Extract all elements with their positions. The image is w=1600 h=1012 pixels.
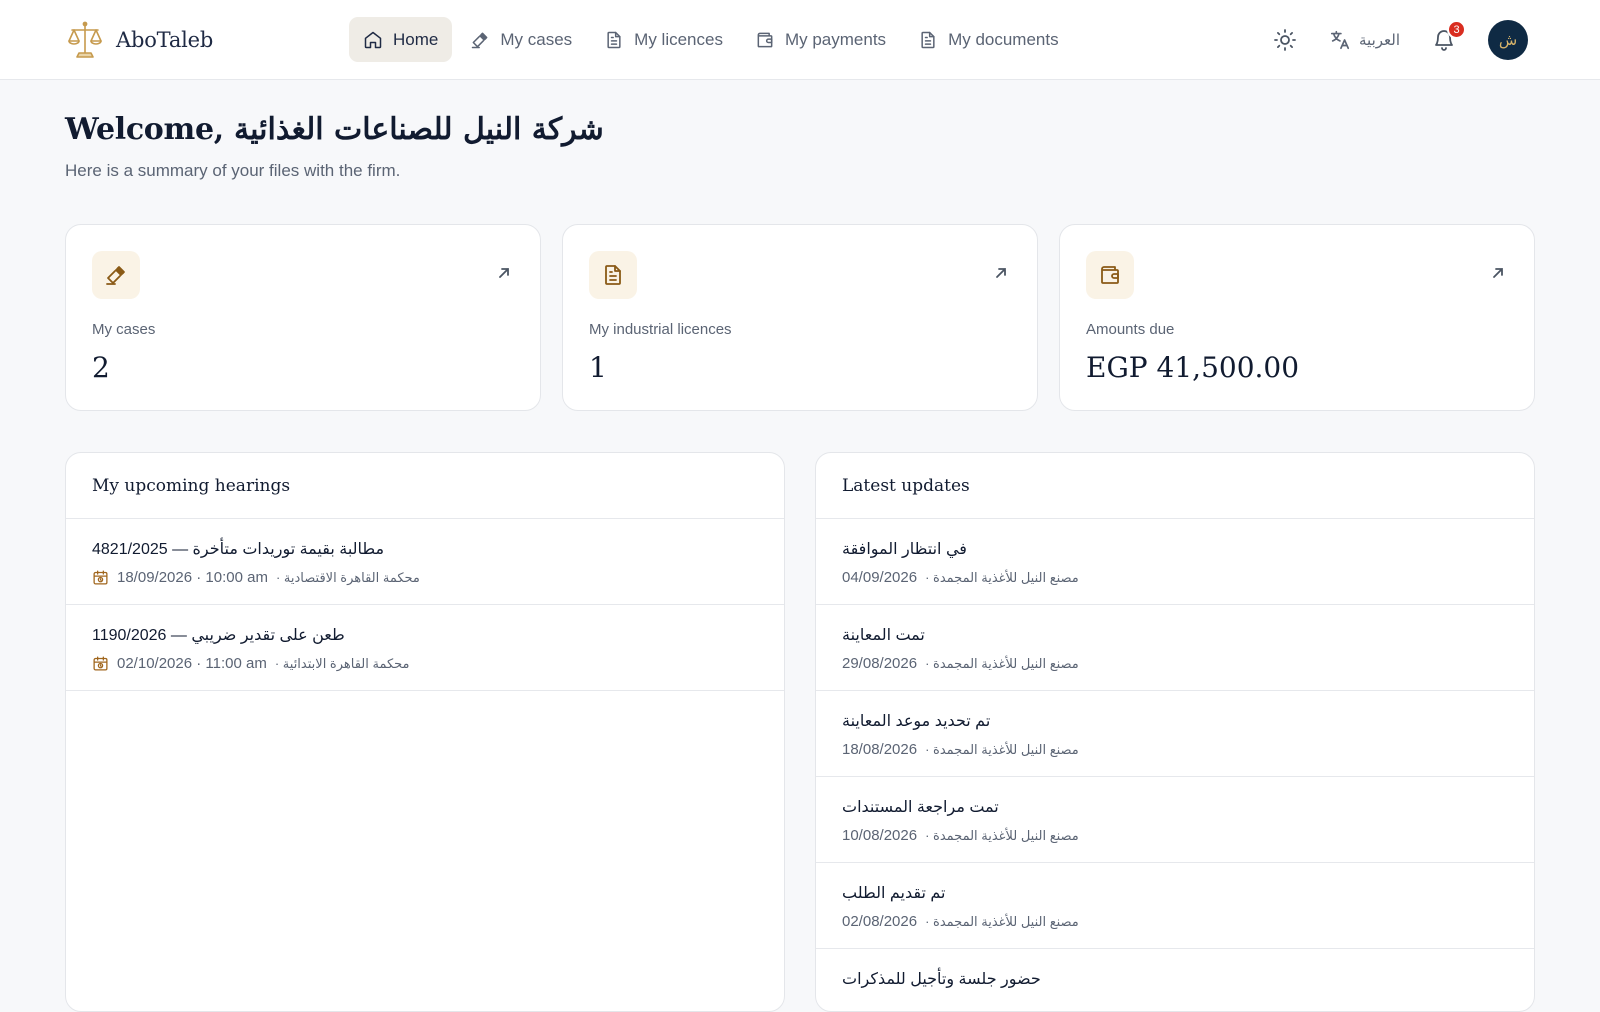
update-title: تمت المعاينة xyxy=(842,627,925,644)
sun-icon xyxy=(1274,29,1296,51)
nav-item-my-licences[interactable]: My licences xyxy=(590,17,737,62)
stat-value: EGP 41,500.00 xyxy=(1086,351,1300,384)
calendar-clock-icon xyxy=(93,656,108,671)
hearing-court: · محكمة القاهرة الابتدائية xyxy=(274,655,410,671)
hearing-datetime: 18/09/2026 · 10:00 am xyxy=(117,569,268,586)
stat-card-my-cases[interactable]: My cases 2 xyxy=(65,224,541,411)
stat-label: My industrial licences xyxy=(589,321,732,338)
stat-icon-box xyxy=(1086,251,1134,299)
update-meta: 29/08/2026 · مصنع النيل للأغذية المجمدة xyxy=(842,655,1508,672)
document-icon xyxy=(921,31,935,48)
top-navigation-bar: AboTaleb Home My cases My licences My pa… xyxy=(0,0,1600,80)
brand-name: AboTaleb xyxy=(116,28,214,52)
header-actions: العربية 3 ش xyxy=(1267,20,1528,60)
update-title: تم تقديم الطلب xyxy=(842,885,946,902)
hearing-meta: 02/10/2026 · 11:00 am · محكمة القاهرة ال… xyxy=(92,655,758,672)
hearing-court: · محكمة القاهرة الاقتصادية xyxy=(275,569,420,585)
stat-icon-box xyxy=(92,251,140,299)
update-meta: 10/08/2026 · مصنع النيل للأغذية المجمدة xyxy=(842,827,1508,844)
update-row[interactable]: في انتظار الموافقة 04/09/2026 · مصنع الن… xyxy=(816,519,1534,605)
update-row[interactable]: تم تحديد موعد المعاينة 18/08/2026 · مصنع… xyxy=(816,691,1534,777)
stat-icon-box xyxy=(589,251,637,299)
hearing-title: 4821/2025 — مطالبة بقيمة توريدات متأخرة xyxy=(92,541,385,558)
update-source: · مصنع النيل للأغذية المجمدة xyxy=(925,913,1079,929)
hearing-datetime: 02/10/2026 · 11:00 am xyxy=(117,655,267,672)
gavel-icon xyxy=(106,266,125,285)
nav-item-home[interactable]: Home xyxy=(349,17,453,62)
update-source: · مصنع النيل للأغذية المجمدة xyxy=(925,569,1079,585)
update-source: · مصنع النيل للأغذية المجمدة xyxy=(925,741,1079,757)
nav-item-my-cases[interactable]: My cases xyxy=(456,17,586,62)
gavel-icon xyxy=(472,32,488,48)
update-date: 04/09/2026 xyxy=(842,569,918,586)
nav-item-my-payments[interactable]: My payments xyxy=(741,17,900,62)
home-icon xyxy=(364,31,382,48)
update-row[interactable]: تمت مراجعة المستندات 10/08/2026 · مصنع ا… xyxy=(816,777,1534,863)
update-date: 29/08/2026 xyxy=(842,655,918,672)
latest-updates-panel: Latest updates في انتظار الموافقة 04/09/… xyxy=(815,452,1535,1012)
nav-item-my-documents[interactable]: My documents xyxy=(904,17,1073,62)
stat-card-amounts-due[interactable]: Amounts due EGP 41,500.00 xyxy=(1059,224,1535,411)
translate-icon xyxy=(1330,30,1350,50)
main-nav: Home My cases My licences My payments My… xyxy=(349,17,1073,62)
arrow-up-right-icon xyxy=(1493,268,1503,278)
nav-item-label: My documents xyxy=(948,29,1059,49)
update-meta: 18/08/2026 · مصنع النيل للأغذية المجمدة xyxy=(842,741,1508,758)
wallet-icon xyxy=(757,32,773,47)
update-date: 10/08/2026 xyxy=(842,827,918,844)
user-avatar[interactable]: ش xyxy=(1488,20,1528,60)
update-row[interactable]: تمت المعاينة 29/08/2026 · مصنع النيل للأ… xyxy=(816,605,1534,691)
stat-card-industrial-licences[interactable]: My industrial licences 1 xyxy=(562,224,1038,411)
upcoming-hearings-panel: My upcoming hearings 4821/2025 — مطالبة … xyxy=(65,452,785,1012)
arrow-up-right-icon xyxy=(996,268,1006,278)
update-date: 02/08/2026 xyxy=(842,913,918,930)
notification-count-badge: 3 xyxy=(1447,20,1466,39)
nav-item-label: My licences xyxy=(634,29,723,49)
calendar-clock-icon xyxy=(93,570,108,585)
wallet-icon xyxy=(1101,266,1119,284)
stat-value: 2 xyxy=(92,351,110,384)
update-meta: 04/09/2026 · مصنع النيل للأغذية المجمدة xyxy=(842,569,1508,586)
document-icon xyxy=(605,265,621,285)
panel-title: Latest updates xyxy=(816,453,1534,519)
welcome-section: Welcome, شركة النيل للصناعات الغذائية He… xyxy=(65,112,604,181)
update-meta: 02/08/2026 · مصنع النيل للأغذية المجمدة xyxy=(842,913,1508,930)
update-title: تمت مراجعة المستندات xyxy=(842,799,999,816)
document-icon xyxy=(607,31,621,48)
stat-label: My cases xyxy=(92,321,156,338)
update-title: في انتظار الموافقة xyxy=(842,541,967,558)
hearing-meta: 18/09/2026 · 10:00 am · محكمة القاهرة ال… xyxy=(92,569,758,586)
nav-item-label: My cases xyxy=(500,29,573,49)
update-row[interactable]: حضور جلسة وتأجيل للمذكرات xyxy=(816,949,1534,1011)
page-subtitle: Here is a summary of your files with the… xyxy=(65,161,401,180)
language-switch-button[interactable]: العربية xyxy=(1329,29,1400,51)
update-title: حضور جلسة وتأجيل للمذكرات xyxy=(842,971,1041,988)
update-source: · مصنع النيل للأغذية المجمدة xyxy=(925,827,1079,843)
nav-item-label: Home xyxy=(393,29,439,49)
theme-toggle-button[interactable] xyxy=(1267,22,1303,58)
update-title: تم تحديد موعد المعاينة xyxy=(842,713,991,730)
brand-home-link[interactable]: AboTaleb xyxy=(66,20,213,60)
stat-label: Amounts due xyxy=(1086,321,1175,338)
notifications-button[interactable]: 3 xyxy=(1426,20,1466,58)
page-title: Welcome, شركة النيل للصناعات الغذائية xyxy=(65,112,604,147)
nav-item-label: My payments xyxy=(784,29,887,49)
update-date: 18/08/2026 xyxy=(842,741,918,758)
update-row[interactable]: تم تقديم الطلب 02/08/2026 · مصنع النيل ل… xyxy=(816,863,1534,949)
language-label: العربية xyxy=(1359,32,1400,49)
hearing-row[interactable]: 1190/2026 — طعن على تقدير ضريبي 02/10/20… xyxy=(66,605,784,691)
update-source: · مصنع النيل للأغذية المجمدة xyxy=(925,655,1079,671)
scales-of-justice-logo-icon xyxy=(68,21,102,58)
hearing-title: 1190/2026 — طعن على تقدير ضريبي xyxy=(92,627,345,644)
stat-value: 1 xyxy=(589,351,607,384)
panel-title: My upcoming hearings xyxy=(66,453,784,519)
hearing-row[interactable]: 4821/2025 — مطالبة بقيمة توريدات متأخرة … xyxy=(66,519,784,605)
arrow-up-right-icon xyxy=(499,268,509,278)
